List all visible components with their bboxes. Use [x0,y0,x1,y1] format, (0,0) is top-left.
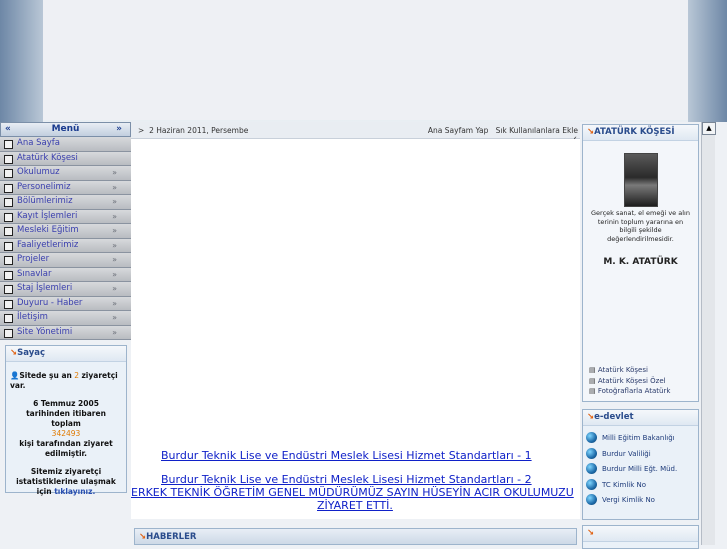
user-icon: 👤 [10,371,20,380]
edevlet-link[interactable]: TC Kimlik No [583,478,698,495]
news-link-standards-2[interactable]: Burdur Teknik Lise ve Endüstri Meslek Li… [161,473,532,486]
bullet-icon [4,227,13,236]
counter-visited-text: kişi tarafından ziyaret edilmiştir. [19,439,113,458]
bullet-icon [4,314,13,323]
menu-item-faaliyetlerimiz[interactable]: Faaliyetlerimiz» [0,238,131,253]
top-links: Ana Sayfam Yap Sık Kullanılanlara Ekle [428,126,578,135]
news-link-visit-cont[interactable]: ZİYARET ETTİ. [317,499,393,512]
header-right-edge [688,0,727,122]
visitor-counter-box: ↘Sayaç 👤Sitede şu an 2 ziyaretçi var. 6 … [5,345,127,496]
date-display: > 2 Haziran 2011, Persembe [138,126,249,135]
visitor-counter-body: 👤Sitede şu an 2 ziyaretçi var. 6 Temmuz … [6,362,126,500]
vertical-scrollbar[interactable]: ▲ [701,122,716,545]
submenu-arrow-icon: » [112,240,117,250]
globe-icon [586,447,597,459]
right-box-3-title: ↘ [583,526,698,542]
counter-total: 342493 [51,429,81,438]
news-link-visit[interactable]: ERKEK TEKNİK ÖĞRETİM GENEL MÜDÜRÜMÜZ SAY… [131,486,574,499]
ataturk-signature: M. K. ATATÜRK [603,257,678,267]
submenu-arrow-icon: » [112,269,117,279]
submenu-arrow-icon: » [112,211,117,221]
news-link-standards-1[interactable]: Burdur Teknik Lise ve Endüstri Meslek Li… [161,449,532,462]
menu-title: Menü [51,124,80,134]
submenu-arrow-icon: » [112,298,117,308]
online-visitors: 👤Sitede şu an 2 ziyaretçi var. [10,371,118,390]
menu-item-okulumuz[interactable]: Okulumuz» [0,166,131,181]
submenu-arrow-icon: » [112,168,117,177]
bullet-icon [4,198,13,207]
ataturk-links: Atatürk Köşesi Atatürk Köşesi Özel Fotoğ… [589,365,671,397]
submenu-arrow-icon: » [112,284,117,293]
ataturk-portrait [623,153,658,207]
menu-item-site-yonetimi[interactable]: Site Yönetimi» [0,325,131,340]
menu-collapse-right[interactable]: » [116,123,122,136]
menu-item-bolumlerimiz[interactable]: Bölümlerimiz» [0,195,131,210]
ataturk-quote: Gerçek sanat, el emeği ve alın terinin t… [591,209,690,243]
globe-icon [586,463,597,474]
menu-item-ataturk-kosesi[interactable]: Atatürk Köşesi [0,151,131,166]
globe-icon [586,494,597,505]
bullet-icon [4,328,13,338]
bullet-icon [4,256,13,265]
submenu-arrow-icon: » [112,197,117,206]
bullet-icon [4,299,13,309]
edevlet-link[interactable]: Milli Eğitim Bakanlığı [583,432,698,448]
menu-item-sinavlar[interactable]: Sınavlar» [0,267,131,282]
add-favorites-link[interactable]: Sık Kullanılanlara Ekle [496,126,578,135]
menu-item-mesleki-egitim[interactable]: Mesleki Eğitim» [0,224,131,239]
edevlet-box: ↘e-devlet Milli Eğitim Bakanlığı Burdur … [582,409,699,520]
menu-item-iletisim[interactable]: İletişim» [0,311,131,326]
menu-item-ana-sayfa[interactable]: Ana Sayfa [0,137,131,152]
edevlet-link[interactable]: Burdur Valiliği [583,447,698,464]
stats-link[interactable]: tıklayınız. [54,487,95,496]
bullet-icon [4,183,13,193]
top-bar: > 2 Haziran 2011, Persembe Ana Sayfam Ya… [131,122,580,144]
right-box-3: ↘ [582,525,699,549]
arrow-marker-icon: ↘ [587,528,595,538]
counter-since: 6 Temmuz 2005 tarihinden itibaren toplam [26,399,106,428]
bullet-icon [4,169,13,178]
edevlet-link[interactable]: Burdur Milli Eğt. Müd. [583,463,698,479]
menu-item-duyuru-haber[interactable]: Duyuru - Haber» [0,296,131,311]
main-content [131,139,580,519]
submenu-arrow-icon: » [112,226,117,235]
menu-item-staj-islemleri[interactable]: Staj İşlemleri» [0,282,131,297]
edevlet-title: ↘e-devlet [583,410,698,426]
menu-item-projeler[interactable]: Projeler» [0,253,131,268]
submenu-arrow-icon: » [112,313,117,322]
submenu-arrow-icon: » [112,182,117,192]
bullet-icon [4,241,13,251]
ataturk-corner-title: ↘ATATÜRK KÖŞESİ [583,125,698,141]
ataturk-link[interactable]: Atatürk Köşesi Özel [589,376,670,387]
globe-icon [586,478,597,490]
stats-text: Sitemiz ziyaretçi istatistiklerine ulaşm… [16,467,116,496]
bullet-icon [4,154,13,164]
menu-collapse-left[interactable]: « [5,123,11,136]
bullet-icon [4,270,13,280]
menu-item-personelimiz[interactable]: Personelimiz» [0,180,131,195]
visitor-counter-title: ↘Sayaç [6,346,126,362]
ataturk-link[interactable]: Fotoğraflarla Atatürk [589,386,671,397]
bullet-icon [4,212,13,222]
ataturk-corner-box: ↘ATATÜRK KÖŞESİ Gerçek sanat, el emeği v… [582,124,699,402]
globe-icon [586,432,597,443]
ataturk-link[interactable]: Atatürk Köşesi [589,365,670,376]
news-section-header: ↘HABERLER [134,528,577,545]
site-header [0,0,727,122]
submenu-arrow-icon: » [112,327,117,337]
set-homepage-link[interactable]: Ana Sayfam Yap [428,126,489,135]
bullet-icon [4,140,13,149]
header-banner [43,0,688,120]
bullet-icon [4,285,13,294]
edevlet-link[interactable]: Vergi Kimlik No [583,494,698,510]
scroll-up-button[interactable]: ▲ [702,122,716,135]
submenu-arrow-icon: » [112,255,117,264]
header-left-edge [0,0,43,122]
menu-item-kayit-islemleri[interactable]: Kayıt İşlemleri» [0,209,131,224]
main-menu: « Menü » Ana Sayfa Atatürk Köşesi Okulum… [0,122,131,340]
menu-header: « Menü » [0,122,131,137]
